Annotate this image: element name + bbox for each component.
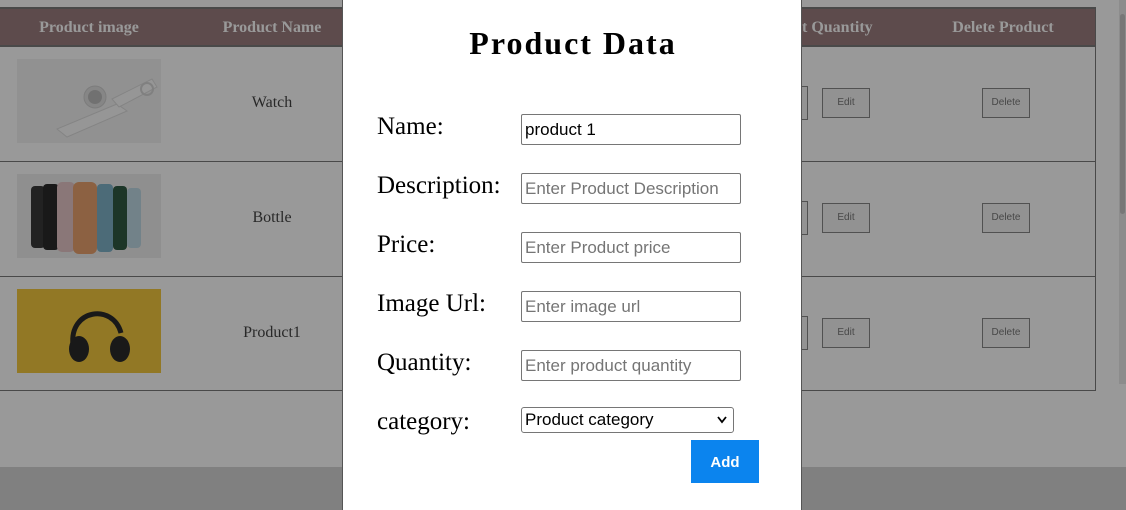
- image-url-label: Image Url:: [377, 290, 486, 317]
- name-label: Name:: [377, 113, 444, 140]
- name-input[interactable]: [521, 114, 741, 145]
- category-selected-value: Product category: [525, 410, 654, 429]
- category-select[interactable]: Product category: [521, 407, 734, 433]
- price-label: Price:: [377, 231, 436, 258]
- description-label: Description:: [377, 172, 501, 199]
- category-label: category:: [377, 408, 471, 435]
- add-button[interactable]: Add: [691, 440, 759, 483]
- quantity-label: Quantity:: [377, 349, 472, 376]
- quantity-input[interactable]: [521, 350, 741, 381]
- chevron-down-icon: [717, 408, 727, 440]
- description-input[interactable]: [521, 173, 741, 204]
- image-url-input[interactable]: [521, 291, 741, 322]
- price-input[interactable]: [521, 232, 741, 263]
- product-data-modal: Product Data Name: Description: Price: I…: [342, 0, 802, 510]
- modal-title: Product Data: [469, 25, 677, 61]
